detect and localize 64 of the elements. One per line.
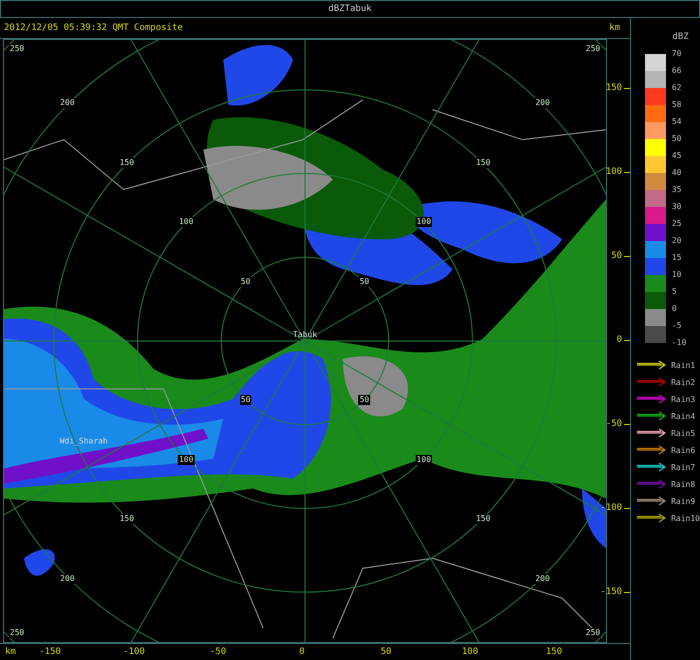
track-label: Rain10 [671, 514, 700, 522]
range-ring-label: 50 [240, 395, 252, 406]
y-axis-tick-label: 0 [616, 335, 622, 345]
x-axis-tick-label: -150 [39, 647, 61, 657]
range-ring-label: 50 [358, 395, 370, 406]
x-axis-tick-label: -50 [210, 647, 226, 657]
range-ring-label: 200 [534, 98, 551, 108]
scale-value-label: 50 [672, 135, 682, 145]
scale-value-label: 5 [672, 288, 678, 298]
y-axis-tick-label: 100 [606, 167, 622, 177]
track-label: Rain1 [671, 360, 696, 370]
range-ring-label: 200 [59, 574, 76, 584]
x-axis-tick-label: -100 [123, 647, 145, 657]
y-axis-tick-label: 150 [606, 83, 622, 93]
scale-value-label: 70 [672, 50, 682, 60]
range-ring-label: 250 [8, 628, 26, 638]
track-label: Rain4 [671, 412, 696, 420]
range-ring-label: 150 [118, 514, 136, 524]
scale-value-label: -10 [672, 339, 686, 349]
range-ring-label: 100 [416, 454, 432, 465]
range-ring-label: 150 [118, 158, 136, 168]
range-ring-label: 50 [358, 276, 370, 287]
scale-value-label: 62 [672, 84, 682, 94]
y-axis-tick-label: 50 [611, 251, 622, 261]
scale-value-label: 58 [672, 101, 682, 111]
track-label: Rain8 [671, 480, 696, 488]
range-ring-label: 250 [584, 44, 602, 54]
scale-value-label: 20 [672, 237, 682, 247]
scale-value-label: 0 [672, 305, 678, 315]
scale-value-label: 45 [672, 152, 682, 162]
legend-title: dBZ [672, 32, 689, 42]
scale-value-label: 66 [672, 67, 682, 77]
range-ring-label: 100 [416, 217, 432, 228]
window-title: dBZTabuk [328, 4, 372, 14]
x-axis-tick-label: 150 [546, 647, 562, 657]
track-label: Rain2 [671, 378, 696, 386]
unit-label: km [609, 23, 620, 33]
scale-value-label: 15 [672, 254, 682, 264]
scale-value-label: 25 [672, 220, 682, 230]
range-ring-label: 250 [8, 44, 26, 54]
y-axis-tick-label: -50 [606, 419, 622, 429]
x-axis-tick-label: 0 [299, 647, 305, 657]
x-axis-tick-label: 50 [380, 647, 392, 657]
scale-value-label: 10 [672, 271, 682, 281]
y-axis-tick-label: -150 [600, 587, 622, 597]
x-axis-unit-label: km [5, 647, 16, 657]
scale-value-label: 40 [672, 169, 682, 179]
track-label: Rain7 [671, 462, 696, 472]
track-label: Rain6 [671, 446, 696, 454]
track-label: Rain5 [671, 428, 696, 438]
scale-value-label: 30 [672, 203, 682, 213]
range-ring-label: 250 [584, 628, 602, 638]
range-ring-label: 150 [474, 514, 492, 524]
range-ring-label: 100 [178, 454, 194, 465]
range-ring-label: 200 [59, 98, 76, 108]
x-axis-tick-label: 100 [462, 647, 478, 657]
scale-value-label: -5 [672, 322, 682, 332]
range-ring-label: 150 [474, 158, 492, 168]
track-label: Rain3 [671, 394, 696, 404]
scale-value-label: 35 [672, 186, 682, 196]
track-label: Rain9 [671, 496, 696, 506]
range-ring-label: 100 [178, 217, 194, 228]
timestamp-text: 2012/12/05 05:39:32 QMT Composite [4, 23, 183, 33]
scale-value-label: 54 [672, 118, 682, 128]
